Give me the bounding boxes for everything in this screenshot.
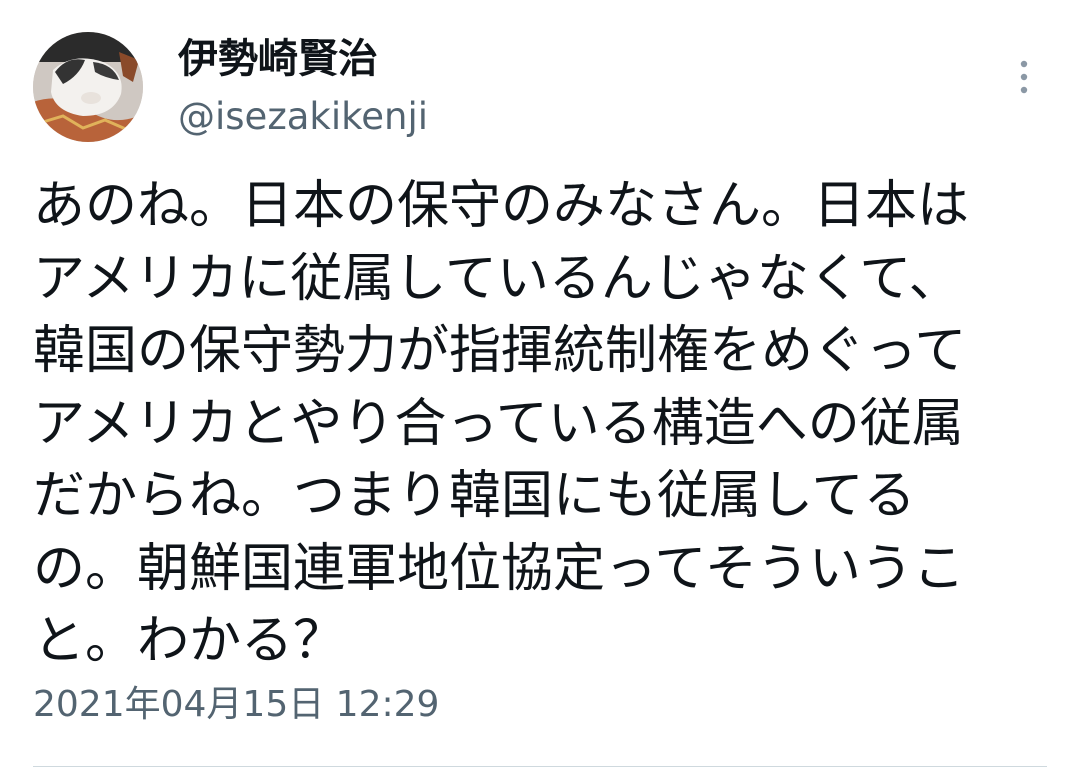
tweet-card: 伊勢崎賢治 @isezakikenji あのね。日本の保守のみなさん。日本は ア… (0, 0, 1080, 777)
avatar[interactable] (33, 32, 143, 142)
cat-photo-avatar-icon (33, 32, 143, 142)
more-vertical-icon (1020, 60, 1028, 94)
tweet-timestamp[interactable]: 2021年04月15日 12:29 (33, 680, 439, 730)
author-handle[interactable]: @isezakikenji (178, 94, 428, 140)
author-display-name[interactable]: 伊勢崎賢治 (178, 34, 378, 84)
tweet-text: あのね。日本の保守のみなさん。日本は アメリカに従属しているんじゃなくて、 韓国… (33, 176, 970, 671)
more-options-button[interactable] (1002, 52, 1046, 102)
divider (33, 766, 1047, 767)
